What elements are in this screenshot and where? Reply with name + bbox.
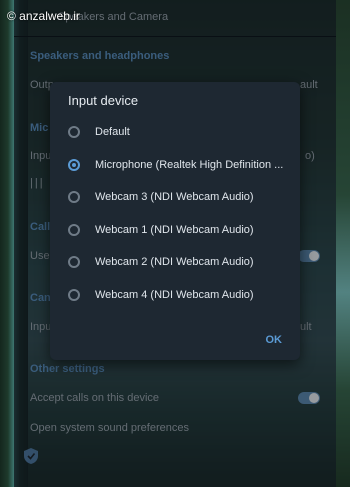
radio-selected-icon[interactable] [68,159,80,171]
option-default[interactable]: Default [68,122,294,142]
option-webcam-4[interactable]: Webcam 4 (NDI Webcam Audio) [68,285,294,305]
option-label: Default [95,126,130,138]
radio-icon[interactable] [68,191,80,203]
option-label: Microphone (Realtek High Definition ... [95,159,284,171]
option-microphone-realtek[interactable]: Microphone (Realtek High Definition ... [68,155,294,175]
option-label: Webcam 4 (NDI Webcam Audio) [95,289,254,301]
option-label: Webcam 2 (NDI Webcam Audio) [95,256,254,268]
watermark-text: © anzalweb.ir [7,9,80,23]
ok-button[interactable]: OK [266,334,283,346]
input-device-dialog: Input device Default Microphone (Realtek… [50,82,300,360]
option-webcam-3[interactable]: Webcam 3 (NDI Webcam Audio) [68,187,294,207]
option-webcam-1[interactable]: Webcam 1 (NDI Webcam Audio) [68,220,294,240]
radio-icon[interactable] [68,256,80,268]
radio-icon[interactable] [68,126,80,138]
radio-icon[interactable] [68,289,80,301]
option-label: Webcam 3 (NDI Webcam Audio) [95,191,254,203]
option-label: Webcam 1 (NDI Webcam Audio) [95,224,254,236]
radio-icon[interactable] [68,224,80,236]
option-webcam-2[interactable]: Webcam 2 (NDI Webcam Audio) [68,252,294,272]
dialog-title: Input device [68,93,139,108]
